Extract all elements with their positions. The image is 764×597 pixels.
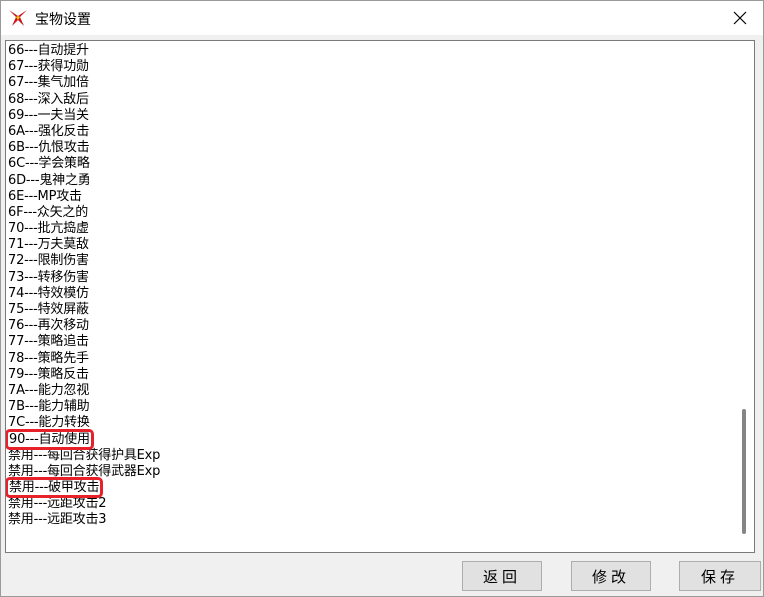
list-item[interactable]: 禁用---每回合获得武器Exp <box>8 464 736 480</box>
list-item-label: 67---获得功勋 <box>8 59 89 75</box>
list-item-label: 6B---仇恨攻击 <box>8 140 90 156</box>
scrollbar-thumb[interactable] <box>742 409 746 534</box>
list-item[interactable]: 78---策略先手 <box>8 351 736 367</box>
vertical-scrollbar[interactable] <box>736 42 753 551</box>
list-items: 66---自动提升 67---获得功勋 67---集气加倍 68---深入敌后 69--… <box>6 43 736 529</box>
list-item[interactable]: 7A---能力忽视 <box>8 383 736 399</box>
list-item-label: 66---自动提升 <box>8 43 89 58</box>
window-title: 宝物设置 <box>35 12 91 28</box>
list-item[interactable]: 禁用---远距攻击3 <box>8 512 736 528</box>
list-item[interactable]: 禁用---每回合获得护具Exp <box>8 448 736 464</box>
list-item[interactable]: 71---万夫莫敌 <box>8 237 736 253</box>
list-item-label: 禁用---远距攻击3 <box>8 512 107 528</box>
treasure-settings-window: 宝物设置 66---自动提升 67---获得功勋 67---集气加倍 68---深入敌… <box>0 0 764 597</box>
list-item-label: 禁用---远距攻击2 <box>8 496 107 512</box>
list-item[interactable]: 6C---学会策略 <box>8 156 736 172</box>
list-item-label: 6A---强化反击 <box>8 123 90 139</box>
title-bar: 宝物设置 <box>1 1 763 35</box>
list-item-label: 7A---能力忽视 <box>8 382 90 398</box>
close-button[interactable] <box>717 1 763 35</box>
list-item[interactable]: 6E---MP攻击 <box>8 189 736 205</box>
list-item-label: 7C---能力转换 <box>8 415 90 431</box>
list-item-label: 6C---学会策略 <box>8 156 90 172</box>
app-logo-icon <box>7 7 29 29</box>
list-item[interactable]: 68---深入敌后 <box>8 92 736 108</box>
list-item-label: 90---自动使用 <box>6 428 94 450</box>
list-item-label: 6F---众矢之的 <box>8 204 89 220</box>
list-item[interactable]: 6F---众矢之的 <box>8 205 736 221</box>
list-item[interactable]: 6A---强化反击 <box>8 124 736 140</box>
list-item-label: 禁用---每回合获得护具Exp <box>8 447 161 463</box>
list-item[interactable]: 79---策略反击 <box>8 367 736 383</box>
list-item-label: 72---限制伤害 <box>8 253 89 269</box>
back-button[interactable]: 返回 <box>462 561 542 591</box>
list-item-label: 76---再次移动 <box>8 318 89 334</box>
list-item-label: 79---策略反击 <box>8 366 89 382</box>
list-item-label: 6E---MP攻击 <box>8 188 82 204</box>
list-item-label: 禁用---每回合获得武器Exp <box>8 463 161 479</box>
list-item-label: 7B---能力辅助 <box>8 399 90 415</box>
list-item[interactable]: 72---限制伤害 <box>8 253 736 269</box>
list-item[interactable]: 6D---鬼神之勇 <box>8 173 736 189</box>
list-item[interactable]: 66---自动提升 <box>8 43 736 59</box>
treasure-effect-list[interactable]: 66---自动提升 67---获得功勋 67---集气加倍 68---深入敌后 69--… <box>5 40 755 553</box>
button-bar: 返回 修改 保存 <box>1 557 763 596</box>
save-button[interactable]: 保存 <box>679 561 761 591</box>
list-item[interactable]: 77---策略追击 <box>8 334 736 350</box>
list-item-label: 73---转移伤害 <box>8 269 89 285</box>
list-item-label: 69---一夫当关 <box>8 107 89 123</box>
modify-button[interactable]: 修改 <box>571 561 651 591</box>
list-item-label: 77---策略追击 <box>8 334 89 350</box>
list-item[interactable]: 67---集气加倍 <box>8 75 736 91</box>
list-item[interactable]: 70---批亢捣虚 <box>8 221 736 237</box>
list-item[interactable]: 74---特效模仿 <box>8 286 736 302</box>
list-item[interactable]: 76---再次移动 <box>8 318 736 334</box>
list-item[interactable]: 7C---能力转换 <box>8 415 736 431</box>
list-item-label: 禁用---破甲攻击 <box>6 477 104 499</box>
list-item[interactable]: 90---自动使用 <box>6 428 736 450</box>
list-item[interactable]: 禁用---远距攻击2 <box>8 496 736 512</box>
list-item-label: 78---策略先手 <box>8 350 89 366</box>
list-item[interactable]: 禁用---破甲攻击 <box>6 477 736 499</box>
list-item[interactable]: 7B---能力辅助 <box>8 399 736 415</box>
list-item-label: 75---特效屏蔽 <box>8 302 89 317</box>
list-item[interactable]: 75---特效屏蔽 <box>8 302 736 318</box>
list-item[interactable]: 67---获得功勋 <box>8 59 736 75</box>
list-item-label: 70---批亢捣虚 <box>8 221 89 237</box>
list-item-label: 74---特效模仿 <box>8 285 89 301</box>
list-item-label: 6D---鬼神之勇 <box>8 172 91 188</box>
list-item[interactable]: 6B---仇恨攻击 <box>8 140 736 156</box>
list-item-label: 67---集气加倍 <box>8 75 89 91</box>
close-icon <box>733 11 747 25</box>
list-item-label: 71---万夫莫敌 <box>8 237 89 253</box>
list-item[interactable]: 69---一夫当关 <box>8 108 736 124</box>
list-item[interactable]: 73---转移伤害 <box>8 270 736 286</box>
list-item-label: 68---深入敌后 <box>8 91 89 107</box>
